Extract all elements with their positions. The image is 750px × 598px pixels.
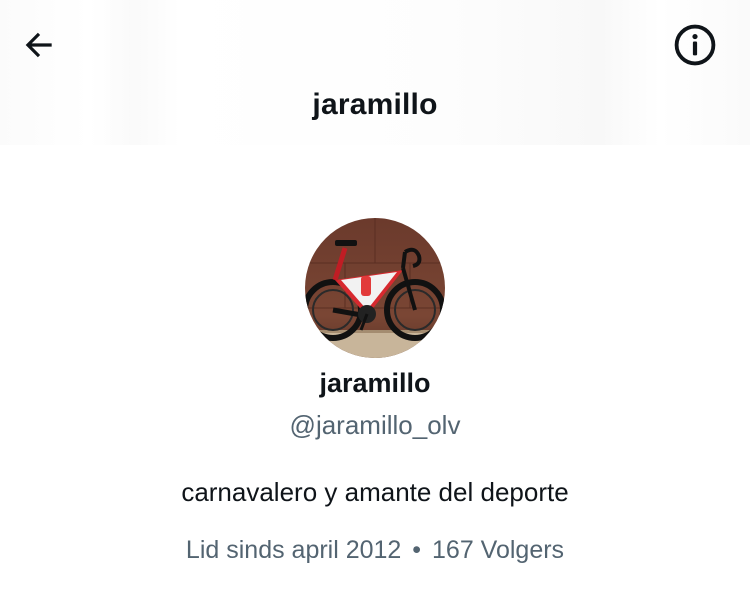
profile-meta: Lid sinds april 2012 • 167 Volgers [0, 536, 750, 565]
display-name: jaramillo [319, 368, 431, 398]
info-button[interactable] [668, 18, 722, 72]
page-title: jaramillo [312, 88, 438, 121]
info-circle-icon [674, 24, 716, 66]
username-handle: @jaramillo_olv [289, 410, 461, 440]
joined-date: Lid sinds april 2012 [185, 536, 402, 564]
arrow-left-icon [25, 32, 52, 58]
bicycle-photo [305, 218, 445, 358]
back-button[interactable] [14, 20, 64, 70]
profile-screen: jaramillo jaramillo @jaramillo_olv carna… [0, 0, 750, 598]
separator-dot: • [412, 536, 422, 564]
top-bar: jaramillo [0, 0, 750, 145]
avatar[interactable] [305, 218, 445, 358]
profile-bio: carnavalero y amante del deporte [181, 477, 569, 507]
followers-count[interactable]: 167 Volgers [432, 536, 564, 564]
